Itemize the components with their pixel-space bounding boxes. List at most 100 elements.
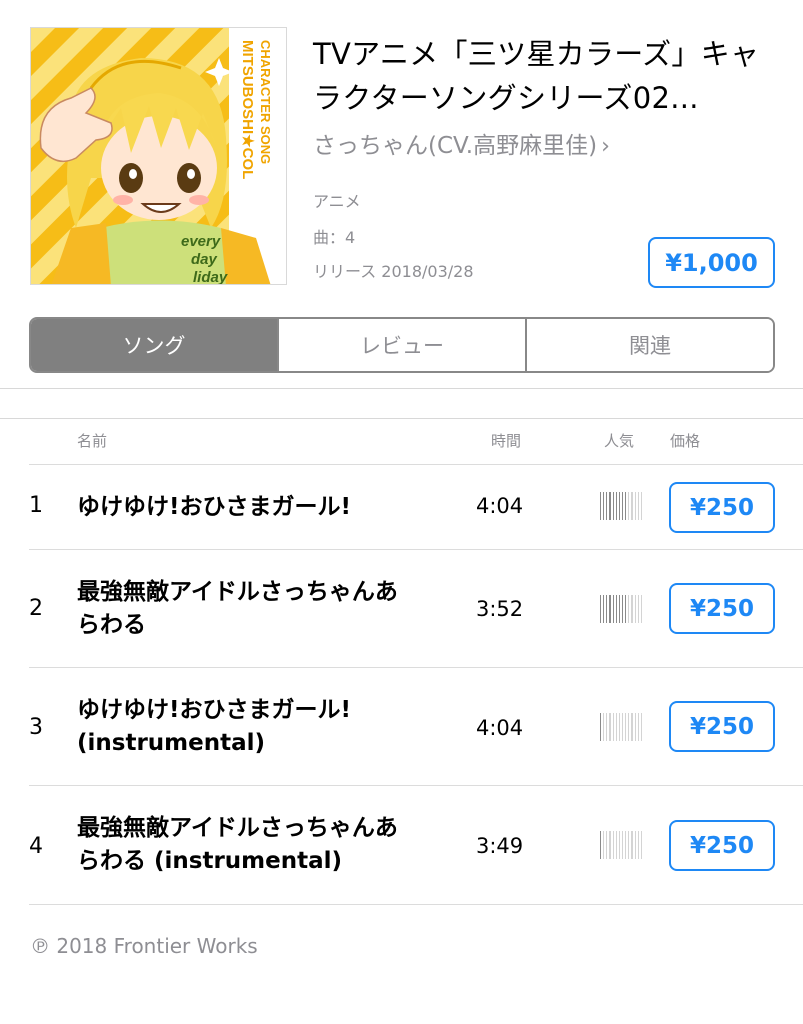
popularity-tick <box>631 713 633 741</box>
popularity-tick <box>621 713 624 741</box>
popularity-tick <box>637 713 639 741</box>
popularity-tick <box>628 595 630 623</box>
track-number: 3 <box>29 715 43 740</box>
artwork-shirt-text-2: day <box>191 251 218 268</box>
row-divider <box>29 549 803 550</box>
track-title: ゆけゆけ!おひさまガール! (instrumental) <box>77 697 351 756</box>
track-price-button[interactable]: ¥250 <box>669 820 775 871</box>
popularity-tick <box>609 492 611 520</box>
artist-link[interactable]: さっちゃん(CV.高野麻里佳) › <box>313 128 610 165</box>
popularity-tick <box>609 831 611 859</box>
track-duration: 4:04 <box>476 494 524 518</box>
popularity-tick <box>615 492 617 520</box>
popularity-tick <box>615 595 617 623</box>
artist-name[interactable]: さっちゃん(CV.高野麻里佳) <box>313 133 597 159</box>
release-date: リリース 2018/03/28 <box>313 262 474 281</box>
popularity-tick <box>609 595 611 623</box>
column-header-name: 名前 <box>77 432 108 450</box>
album-title: TVアニメ「三ツ星カラーズ」キャラクターソングシリーズ02... <box>313 37 760 115</box>
popularity-tick <box>631 595 633 623</box>
popularity-bar <box>600 713 642 741</box>
popularity-tick <box>618 492 620 520</box>
popularity-tick <box>640 595 642 623</box>
popularity-tick <box>634 492 636 520</box>
track-duration: 3:52 <box>476 597 524 621</box>
popularity-tick <box>603 492 605 520</box>
popularity-tick <box>634 713 636 741</box>
popularity-tick <box>625 492 627 520</box>
track-count: 曲：4 <box>313 228 356 247</box>
popularity-tick <box>603 713 605 741</box>
popularity-tick <box>640 713 642 741</box>
popularity-tick <box>628 831 630 859</box>
popularity-tick <box>606 831 608 859</box>
popularity-tick <box>603 595 605 623</box>
tab-songs[interactable]: ソング <box>31 319 279 371</box>
popularity-tick <box>612 831 614 859</box>
tab-reviews[interactable]: レビュー <box>279 319 527 371</box>
track-title: 最強無敵アイドルさっちゃんあらわる (instrumental) <box>77 815 398 874</box>
track-duration: 3:49 <box>476 834 524 858</box>
track-number: 1 <box>29 493 43 518</box>
tab-related[interactable]: 関連 <box>527 319 773 371</box>
section-divider <box>0 388 803 389</box>
popularity-tick <box>600 492 602 520</box>
popularity-tick <box>609 713 611 741</box>
column-header-popularity: 人気 <box>604 432 635 450</box>
row-divider <box>29 785 803 786</box>
popularity-tick <box>634 831 636 859</box>
popularity-tick <box>612 595 614 623</box>
popularity-tick <box>637 595 639 623</box>
popularity-tick <box>618 595 620 623</box>
row-divider <box>29 667 803 668</box>
popularity-bar <box>600 492 642 520</box>
tab-bar: ソング レビュー 関連 <box>29 317 775 373</box>
popularity-tick <box>625 595 627 623</box>
artwork-shirt-text-3: liday <box>193 269 228 285</box>
track-price-button[interactable]: ¥250 <box>669 583 775 634</box>
popularity-tick <box>606 595 608 623</box>
album-price-button[interactable]: ¥1,000 <box>648 237 775 288</box>
section-divider <box>0 418 803 419</box>
chevron-right-icon[interactable]: › <box>601 134 610 159</box>
track-duration: 4:04 <box>476 716 524 740</box>
popularity-tick <box>606 713 608 741</box>
popularity-tick <box>628 713 630 741</box>
popularity-tick <box>634 595 636 623</box>
column-header-price: 価格 <box>670 432 701 450</box>
row-divider <box>29 464 803 465</box>
popularity-tick <box>600 595 602 623</box>
popularity-tick <box>637 492 639 520</box>
popularity-tick <box>621 492 624 520</box>
genre-label: アニメ <box>313 192 361 211</box>
popularity-tick <box>615 713 617 741</box>
popularity-tick <box>640 831 642 859</box>
popularity-tick <box>621 595 624 623</box>
column-header-time: 時間 <box>491 432 522 450</box>
popularity-tick <box>606 492 608 520</box>
popularity-tick <box>637 831 639 859</box>
track-title: ゆけゆけ!おひさまガール! <box>77 494 351 520</box>
popularity-tick <box>625 713 627 741</box>
artwork-side-text-2: CHARACTER SONG <box>258 40 273 164</box>
popularity-tick <box>628 492 630 520</box>
track-title: 最強無敵アイドルさっちゃんあらわる <box>77 579 398 638</box>
popularity-bar <box>600 831 642 859</box>
popularity-tick <box>631 492 633 520</box>
popularity-tick <box>603 831 605 859</box>
album-artwork-illustration: MITSUBOSHI★COL CHARACTER SONG every day … <box>31 28 286 285</box>
popularity-tick <box>612 713 614 741</box>
track-price-button[interactable]: ¥250 <box>669 701 775 752</box>
track-number: 4 <box>29 834 43 859</box>
track-price-button[interactable]: ¥250 <box>669 482 775 533</box>
popularity-tick <box>618 713 620 741</box>
popularity-tick <box>631 831 633 859</box>
artwork-side-text-1: MITSUBOSHI★COL <box>239 40 256 179</box>
popularity-tick <box>600 713 602 741</box>
track-number: 2 <box>29 596 43 621</box>
popularity-tick <box>600 831 602 859</box>
popularity-bar <box>600 595 642 623</box>
album-artwork[interactable]: MITSUBOSHI★COL CHARACTER SONG every day … <box>30 27 287 285</box>
popularity-tick <box>625 831 627 859</box>
popularity-tick <box>612 492 614 520</box>
